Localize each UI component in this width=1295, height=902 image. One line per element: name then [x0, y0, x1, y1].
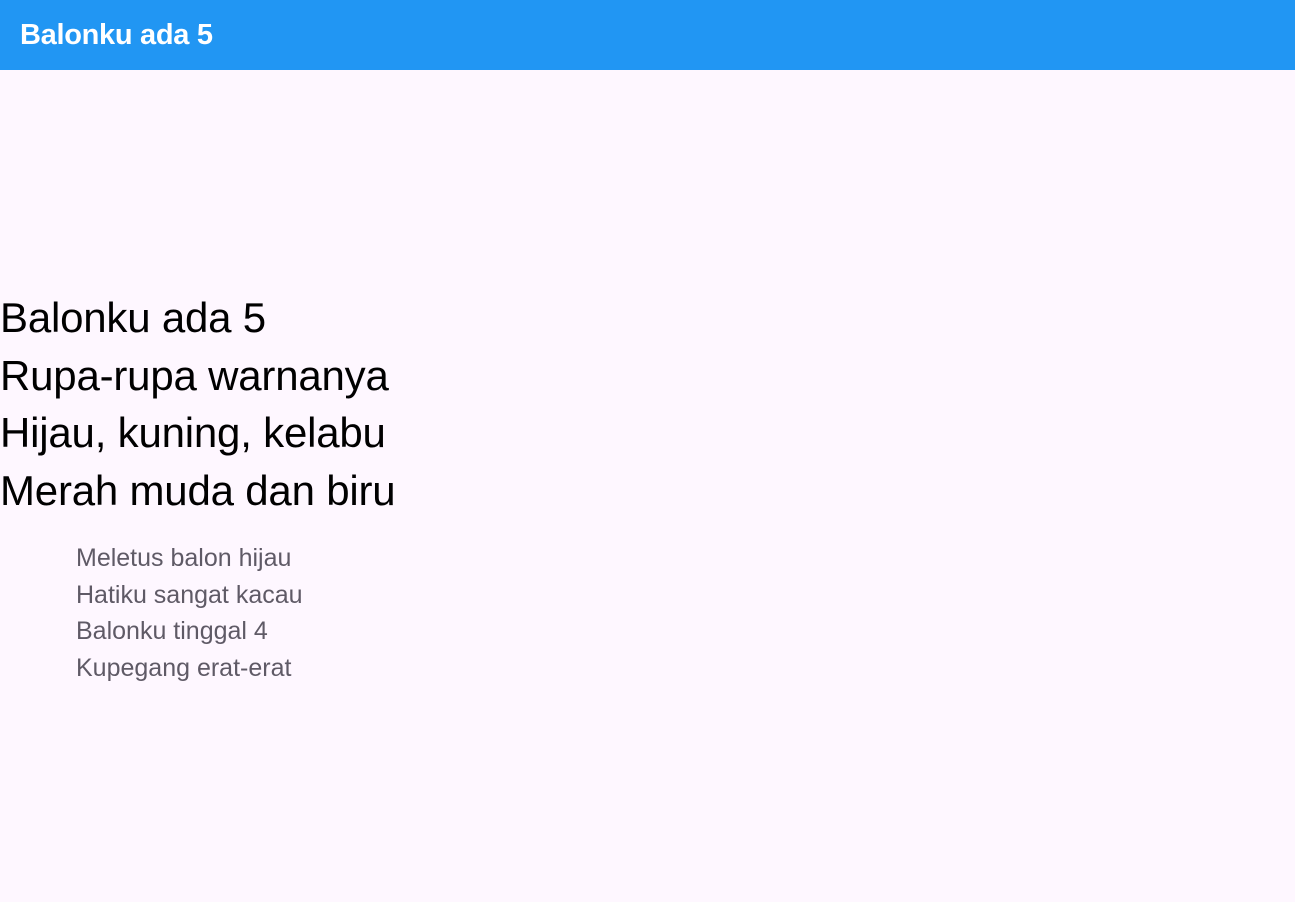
app-title: Balonku ada 5 [20, 18, 213, 51]
verse-line: Balonku ada 5 [0, 294, 266, 341]
verse-line: Hijau, kuning, kelabu [0, 409, 386, 456]
chorus-block: Meletus balon hijau Hatiku sangat kacau … [76, 540, 303, 686]
verse-block: Balonku ada 5 Rupa-rupa warnanya Hijau, … [0, 289, 396, 519]
chorus-line: Hatiku sangat kacau [76, 580, 303, 609]
verse-line: Rupa-rupa warnanya [0, 351, 389, 399]
chorus-line: Balonku tinggal 4 [76, 617, 268, 645]
chorus-line: Kupegang erat-erat [76, 653, 292, 682]
verse-line: Merah muda dan biru [0, 466, 396, 514]
app-bar: Balonku ada 5 [0, 0, 1295, 70]
main-content: Balonku ada 5 Rupa-rupa warnanya Hijau, … [0, 70, 1295, 902]
chorus-line: Meletus balon hijau [76, 544, 292, 572]
